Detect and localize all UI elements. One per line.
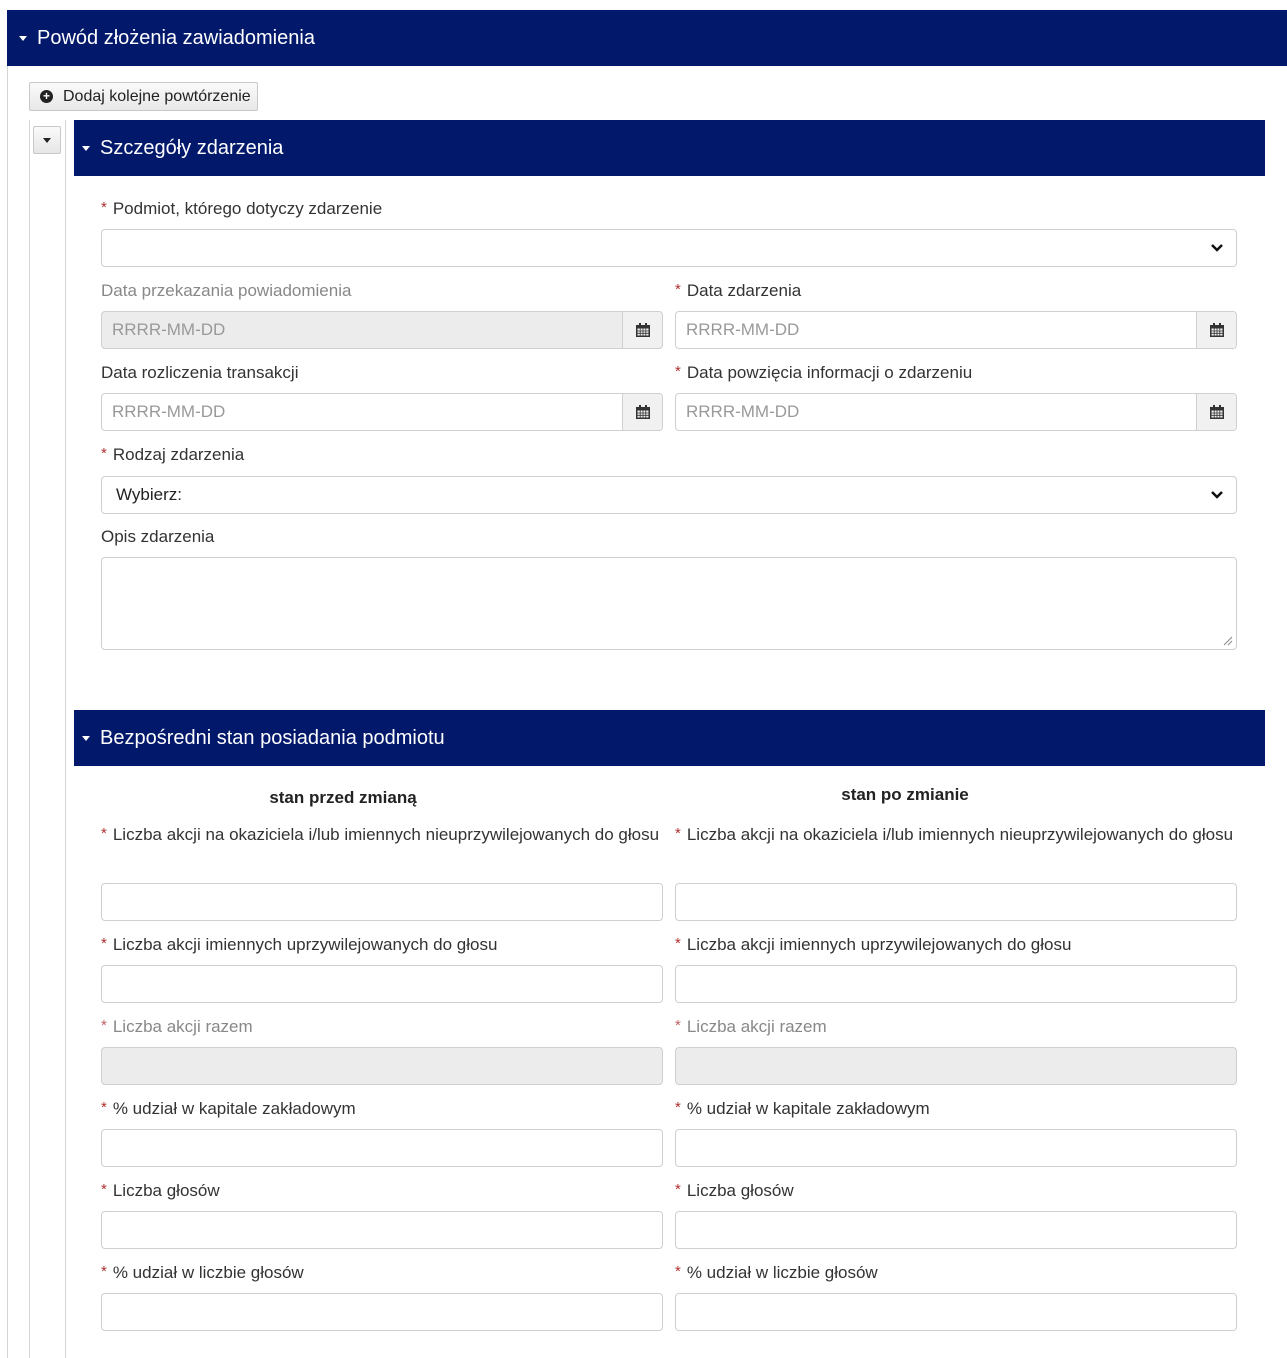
caret-down-icon xyxy=(19,35,27,41)
notification-date-label: Data przekazania powiadomienia xyxy=(101,281,352,300)
before-bearer-shares-label: * Liczba akcji na okaziciela i/lub imienn… xyxy=(101,825,660,844)
after-votes-label: * Liczba głosów xyxy=(675,1181,794,1200)
required-marker: * xyxy=(101,825,107,842)
plus-circle-icon: + xyxy=(40,90,53,103)
required-marker: * xyxy=(675,935,681,952)
before-votes-input[interactable] xyxy=(101,1211,663,1249)
description-label: Opis zdarzenia xyxy=(101,527,215,546)
after-votes-share-input[interactable] xyxy=(675,1293,1237,1331)
after-capital-share-label: *% udział w kapitale zakładowym xyxy=(675,1099,930,1118)
settlement-date-placeholder: RRRR-MM-DD xyxy=(112,402,226,421)
chevron-down-icon xyxy=(1211,491,1223,499)
required-marker: * xyxy=(101,1181,107,1198)
resize-handle-icon[interactable] xyxy=(1223,636,1233,646)
settlement-date-input[interactable]: RRRR-MM-DD xyxy=(101,393,663,431)
add-repetition-button[interactable]: + Dodaj kolejne powtórzenie xyxy=(29,82,258,111)
info-date-placeholder: RRRR-MM-DD xyxy=(686,402,800,421)
before-votes-share-input[interactable] xyxy=(101,1293,663,1331)
before-total-shares-label: * Liczba akcji razem xyxy=(101,1017,253,1036)
chevron-down-icon xyxy=(1211,244,1223,252)
required-marker: * xyxy=(675,363,681,380)
info-date-label: * Data powzięcia informacji o zdarzeniu xyxy=(675,363,973,382)
before-votes-label: * Liczba głosów xyxy=(101,1181,220,1200)
main-section-title: Powód złożenia zawiadomienia xyxy=(37,26,315,49)
caret-down-icon xyxy=(43,137,51,143)
event-type-label: * Rodzaj zdarzenia xyxy=(101,445,245,464)
event-date-placeholder: RRRR-MM-DD xyxy=(686,320,800,339)
after-preferred-shares-label: * Liczba akcji imiennych uprzywilejowanyc… xyxy=(675,935,1072,954)
event-type-select-value: Wybierz: xyxy=(116,485,182,504)
required-marker: * xyxy=(675,1263,681,1280)
required-marker: * xyxy=(101,1099,107,1116)
event-date-label: * Data zdarzenia xyxy=(675,281,802,300)
details-section-header[interactable]: Szczegóły zdarzenia xyxy=(74,120,1265,176)
after-preferred-shares-input[interactable] xyxy=(675,965,1237,1003)
before-preferred-shares-input[interactable] xyxy=(101,965,663,1003)
subject-select[interactable] xyxy=(101,229,1237,267)
description-textarea[interactable] xyxy=(101,557,1237,650)
after-bearer-shares-input[interactable] xyxy=(675,883,1237,921)
details-section-title: Szczegóły zdarzenia xyxy=(100,136,284,159)
calendar-icon[interactable] xyxy=(622,394,662,430)
after-capital-share-input[interactable] xyxy=(675,1129,1237,1167)
required-marker: * xyxy=(675,1099,681,1116)
event-date-input[interactable]: RRRR-MM-DD xyxy=(675,311,1237,349)
calendar-icon[interactable] xyxy=(1196,394,1236,430)
required-marker: * xyxy=(101,1017,107,1034)
before-total-shares-input xyxy=(101,1047,663,1085)
caret-down-icon xyxy=(82,735,90,741)
before-bearer-shares-input[interactable] xyxy=(101,883,663,921)
after-total-shares-input xyxy=(675,1047,1237,1085)
required-marker: * xyxy=(675,281,681,298)
info-date-input[interactable]: RRRR-MM-DD xyxy=(675,393,1237,431)
before-votes-share-label: *% udział w liczbie głosów xyxy=(101,1263,304,1282)
after-column-title: stan po zmianie xyxy=(841,785,969,804)
required-marker: * xyxy=(101,445,107,462)
after-bearer-shares-label: * Liczba akcji na okaziciela i/lub imienn… xyxy=(675,825,1234,844)
repetition-column xyxy=(29,120,66,1358)
after-votes-share-label: *% udział w liczbie głosów xyxy=(675,1263,878,1282)
event-type-select[interactable]: Wybierz: xyxy=(101,476,1237,514)
calendar-icon xyxy=(622,312,662,348)
holdings-section-header[interactable]: Bezpośredni stan posiadania podmiotu xyxy=(74,710,1265,766)
calendar-icon[interactable] xyxy=(1196,312,1236,348)
before-capital-share-input[interactable] xyxy=(101,1129,663,1167)
before-column-title: stan przed zmianą xyxy=(269,788,417,807)
after-total-shares-label: * Liczba akcji razem xyxy=(675,1017,827,1036)
required-marker: * xyxy=(675,1181,681,1198)
settlement-date-label: Data rozliczenia transakcji xyxy=(101,363,299,382)
notification-date-placeholder: RRRR-MM-DD xyxy=(112,320,226,339)
required-marker: * xyxy=(101,1263,107,1280)
subject-label: * Podmiot, którego dotyczy zdarzenie xyxy=(101,199,383,218)
main-section-header[interactable]: Powód złożenia zawiadomienia xyxy=(7,10,1287,66)
after-votes-input[interactable] xyxy=(675,1211,1237,1249)
notification-date-input: RRRR-MM-DD xyxy=(101,311,663,349)
add-repetition-label: Dodaj kolejne powtórzenie xyxy=(63,87,251,105)
required-marker: * xyxy=(101,935,107,952)
holdings-section-title: Bezpośredni stan posiadania podmiotu xyxy=(100,726,445,749)
required-marker: * xyxy=(101,199,107,216)
collapse-repetition-button[interactable] xyxy=(33,126,61,154)
before-capital-share-label: *% udział w kapitale zakładowym xyxy=(101,1099,356,1118)
required-marker: * xyxy=(675,1017,681,1034)
required-marker: * xyxy=(675,825,681,842)
caret-down-icon xyxy=(82,145,90,151)
before-preferred-shares-label: * Liczba akcji imiennych uprzywilejowanyc… xyxy=(101,935,498,954)
